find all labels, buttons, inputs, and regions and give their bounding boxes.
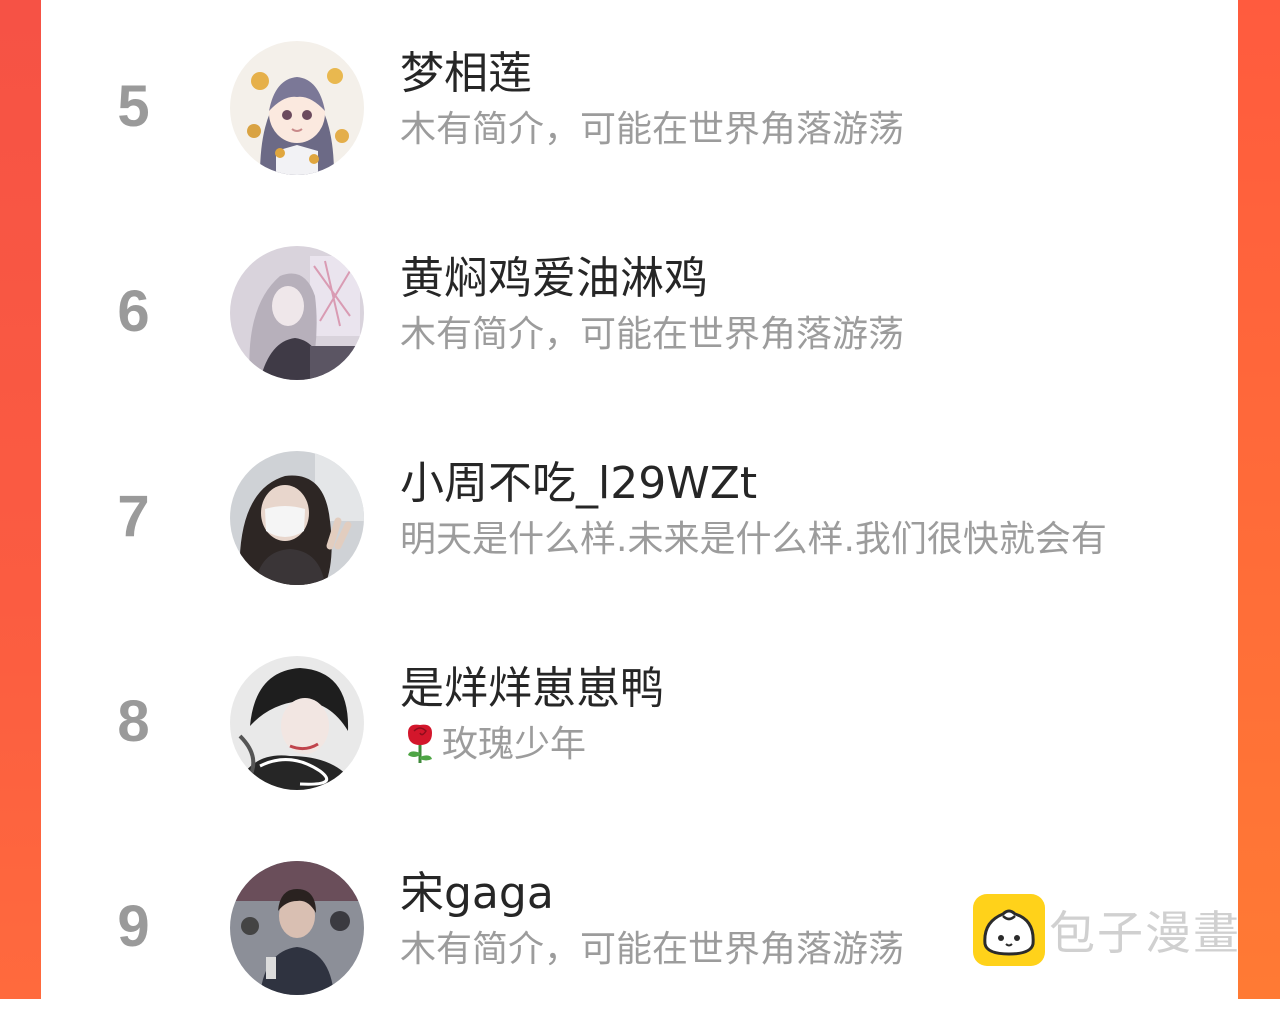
user-bio: 玫瑰少年	[400, 719, 1178, 771]
rank-number: 5	[117, 74, 150, 139]
username[interactable]: 黄焖鸡爱油淋鸡	[400, 249, 708, 309]
rose-icon	[408, 724, 432, 763]
left-frame	[0, 0, 41, 999]
user-bio: 木有简介，可能在世界角落游荡	[400, 314, 905, 355]
list-item[interactable]: 5 梦相莲 木有简介，可能在世界角落游荡	[41, 0, 1238, 205]
bun-logo-icon	[973, 894, 1045, 966]
list-item[interactable]: 8 是烊烊崽崽鸭 玫瑰少年	[41, 615, 1238, 820]
avatar[interactable]	[230, 861, 364, 995]
right-frame	[1238, 0, 1280, 999]
list-item[interactable]: 6 黄焖鸡爱油淋鸡 木有简介，可能在世界角落游荡	[41, 205, 1238, 410]
ranking-list: 5 梦相莲 木有简介，可能在世界角落游荡 6 黄焖鸡爱油淋鸡 木有简介，可能在世…	[41, 0, 1238, 999]
username[interactable]: 梦相莲	[400, 44, 532, 104]
username[interactable]: 小周不吃_l29WZt	[400, 454, 757, 514]
user-bio: 明天是什么样.未来是什么样.我们很快就会有	[400, 519, 1107, 560]
username[interactable]: 是烊烊崽崽鸭	[400, 659, 664, 719]
rank-number: 7	[117, 484, 150, 549]
list-item[interactable]: 7 小周不吃_l29WZt 明天是什么样.未来是什么样.我们很快就会有	[41, 410, 1238, 615]
avatar[interactable]	[230, 656, 364, 790]
avatar[interactable]	[230, 246, 364, 380]
username[interactable]: 宋gaga	[400, 864, 554, 924]
watermark: 包子漫畫	[973, 894, 1241, 966]
user-bio: 木有简介，可能在世界角落游荡	[400, 109, 905, 150]
rank-number: 9	[117, 894, 150, 959]
avatar[interactable]	[230, 451, 364, 585]
rank-number: 6	[117, 279, 150, 344]
watermark-text: 包子漫畫	[1049, 906, 1241, 960]
bio-text: 玫瑰少年	[442, 724, 587, 765]
rank-number: 8	[117, 689, 150, 754]
avatar[interactable]	[230, 41, 364, 175]
